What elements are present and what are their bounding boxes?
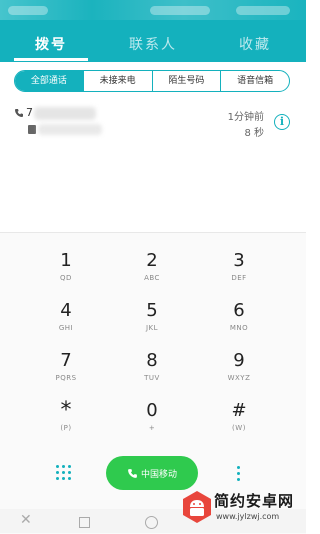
call-button[interactable]: 中国移动 <box>106 456 198 490</box>
key-letters: TUV <box>144 374 160 382</box>
key-digit: 3 <box>233 250 245 271</box>
back-icon[interactable]: ✕ <box>20 512 32 528</box>
key-letters: JKL <box>145 324 159 332</box>
key-letters: GHI <box>58 324 74 332</box>
key-letters: QD <box>60 274 72 282</box>
key-digit: 2 <box>146 250 158 271</box>
key-digit: 1 <box>60 250 72 271</box>
key-digit: # <box>231 400 247 421</box>
key-star[interactable]: * (P) <box>26 400 106 444</box>
tab-contacts[interactable]: 联系人 <box>102 34 204 54</box>
status-bar-blurred <box>150 6 210 15</box>
key-digit: 6 <box>233 300 245 321</box>
key-digit: 7 <box>60 350 72 371</box>
site-watermark: 简约安卓网 www.jylzwj.com <box>178 488 306 533</box>
key-digit: 8 <box>146 350 158 371</box>
key-letters: ABC <box>144 274 160 282</box>
key-hash[interactable]: # (W) <box>199 400 279 444</box>
key-letters: PQRS <box>55 374 77 382</box>
key-digit: 9 <box>233 350 245 371</box>
filter-unknown-numbers[interactable]: 陌生号码 <box>151 71 221 91</box>
more-icon[interactable] <box>236 464 242 484</box>
active-tab-indicator <box>14 58 88 61</box>
key-digit: 4 <box>60 300 72 321</box>
android-logo-icon <box>183 491 211 523</box>
outgoing-call-icon <box>15 109 23 117</box>
location-icon <box>28 125 36 134</box>
watermark-url: www.jylzwj.com <box>216 512 280 521</box>
status-bar-blurred <box>236 6 290 15</box>
key-5[interactable]: 5 JKL <box>112 300 192 344</box>
key-digit: 0 <box>146 400 158 421</box>
key-0[interactable]: 0 + <box>112 400 192 444</box>
key-letters: DEF <box>231 274 247 282</box>
key-letters: + <box>148 424 156 432</box>
key-letters: WXYZ <box>227 374 251 382</box>
info-icon[interactable]: i <box>274 114 290 130</box>
key-7[interactable]: 7 PQRS <box>26 350 106 394</box>
call-number: 7 <box>26 106 33 119</box>
key-6[interactable]: 6 MNO <box>199 300 279 344</box>
call-number-blurred <box>34 107 96 120</box>
key-digit: 5 <box>146 300 158 321</box>
status-bar-blurred <box>8 6 48 15</box>
filter-missed-calls[interactable]: 未接来电 <box>82 71 152 91</box>
filter-all-calls[interactable]: 全部通话 <box>15 71 83 91</box>
recent-apps-icon[interactable] <box>145 516 158 529</box>
key-9[interactable]: 9 WXYZ <box>199 350 279 394</box>
key-letters: MNO <box>229 324 249 332</box>
key-1[interactable]: 1 QD <box>26 250 106 294</box>
call-filter: 全部通话 未接来电 陌生号码 语音信箱 <box>14 70 290 92</box>
call-duration: 8 秒 <box>244 128 264 139</box>
key-letters: (W) <box>232 424 246 432</box>
key-letters: (P) <box>60 424 72 432</box>
call-time: 1分钟前 <box>227 112 264 123</box>
call-log-item[interactable]: 7 1分钟前 8 秒 i <box>0 100 306 148</box>
filter-voicemail[interactable]: 语音信箱 <box>220 71 289 91</box>
home-icon[interactable] <box>79 517 90 528</box>
phone-icon <box>128 468 137 478</box>
watermark-title: 简约安卓网 <box>214 492 295 510</box>
key-digit: * <box>60 398 72 423</box>
tab-favorites[interactable]: 收藏 <box>204 34 306 54</box>
key-2[interactable]: 2 ABC <box>112 250 192 294</box>
call-location-blurred <box>38 124 102 135</box>
status-bar <box>0 0 306 20</box>
app-header: 拨号 联系人 收藏 <box>0 0 306 62</box>
key-3[interactable]: 3 DEF <box>199 250 279 294</box>
tab-dial[interactable]: 拨号 <box>0 34 102 54</box>
key-4[interactable]: 4 GHI <box>26 300 106 344</box>
call-button-label: 中国移动 <box>140 469 177 480</box>
key-8[interactable]: 8 TUV <box>112 350 192 394</box>
dialpad-toggle-icon[interactable] <box>54 463 74 483</box>
